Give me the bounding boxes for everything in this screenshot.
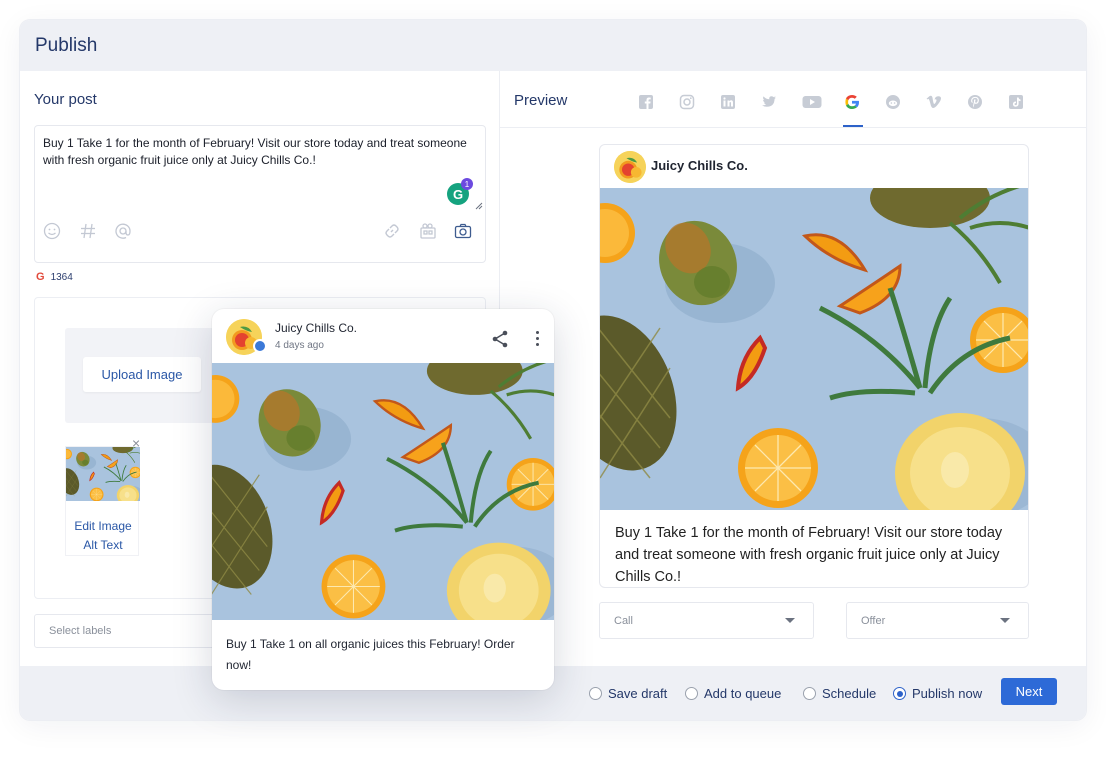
more-options-icon[interactable] bbox=[530, 331, 544, 349]
upload-image-button[interactable]: Upload Image bbox=[83, 357, 201, 392]
post-image bbox=[212, 363, 554, 620]
google-mini-icon: G bbox=[36, 271, 45, 283]
chevron-down-icon bbox=[785, 618, 795, 623]
post-timestamp: 4 days ago bbox=[275, 340, 324, 351]
page-title: Publish bbox=[35, 34, 98, 56]
business-name: Juicy Chills Co. bbox=[275, 321, 358, 335]
google-icon[interactable] bbox=[843, 93, 861, 111]
post-caption: Buy 1 Take 1 on all organic juices this … bbox=[226, 637, 515, 672]
tiktok-icon[interactable] bbox=[1007, 93, 1025, 111]
linkedin-icon[interactable] bbox=[719, 93, 737, 111]
youtube-icon[interactable] bbox=[801, 93, 823, 111]
mobile-post-preview-card: Juicy Chills Co. 4 days ago Buy 1 Take 1… bbox=[212, 309, 554, 690]
reddit-icon[interactable] bbox=[884, 93, 902, 111]
add-to-queue-option[interactable]: Add to queue bbox=[685, 686, 781, 701]
vimeo-icon[interactable] bbox=[925, 93, 943, 111]
post-text-input[interactable]: Buy 1 Take 1 for the month of February! … bbox=[43, 135, 473, 169]
business-name: Juicy Chills Co. bbox=[651, 158, 748, 173]
verified-badge-icon bbox=[253, 339, 267, 353]
link-icon[interactable] bbox=[382, 221, 402, 241]
app-header: Publish bbox=[20, 20, 1086, 71]
preview-post-text: Buy 1 Take 1 for the month of February! … bbox=[615, 525, 1003, 585]
character-count: 1364 bbox=[50, 271, 73, 283]
image-thumbnail[interactable] bbox=[66, 447, 140, 501]
grammarly-count-badge: 1 bbox=[461, 178, 473, 190]
business-logo bbox=[614, 151, 646, 183]
labels-select[interactable]: Select labels bbox=[34, 614, 234, 648]
publish-now-option[interactable]: Publish now bbox=[893, 686, 982, 701]
post-type-select[interactable]: Offer bbox=[846, 602, 1029, 639]
next-button[interactable]: Next bbox=[1001, 678, 1057, 705]
radio-save-draft[interactable] bbox=[589, 687, 602, 700]
chevron-down-icon bbox=[1000, 618, 1010, 623]
facebook-icon[interactable] bbox=[637, 93, 655, 111]
camera-icon[interactable] bbox=[453, 221, 473, 241]
preview-header: Preview bbox=[500, 71, 1086, 128]
preview-image bbox=[600, 188, 1028, 510]
radio-publish-now[interactable] bbox=[893, 687, 906, 700]
mention-icon[interactable] bbox=[113, 221, 133, 241]
radio-schedule[interactable] bbox=[803, 687, 816, 700]
radio-add-to-queue[interactable] bbox=[685, 687, 698, 700]
instagram-icon[interactable] bbox=[678, 93, 696, 111]
remove-image-icon[interactable]: × bbox=[132, 435, 140, 451]
post-composer[interactable]: Buy 1 Take 1 for the month of February! … bbox=[34, 125, 486, 263]
resize-handle-icon[interactable] bbox=[475, 202, 483, 210]
edit-alt-text-link[interactable]: Edit Image Alt Text bbox=[66, 517, 140, 555]
active-tab-indicator bbox=[843, 125, 863, 127]
save-draft-option[interactable]: Save draft bbox=[589, 686, 667, 701]
preview-title: Preview bbox=[514, 92, 568, 109]
character-counter: G 1364 bbox=[36, 271, 73, 283]
schedule-option[interactable]: Schedule bbox=[803, 686, 876, 701]
media-library-icon[interactable] bbox=[418, 221, 438, 241]
pinterest-icon[interactable] bbox=[966, 93, 984, 111]
hashtag-icon[interactable] bbox=[78, 221, 98, 241]
cta-button-select[interactable]: Call bbox=[599, 602, 814, 639]
google-post-preview: Juicy Chills Co. Buy 1 Take 1 for the mo… bbox=[599, 144, 1029, 588]
upload-dropzone[interactable]: Upload Image bbox=[65, 328, 215, 423]
twitter-icon[interactable] bbox=[760, 93, 778, 111]
your-post-title: Your post bbox=[34, 91, 97, 108]
share-icon[interactable] bbox=[490, 329, 510, 349]
preview-panel: Preview Juicy Chills Co. Buy 1 Take 1 fo… bbox=[500, 71, 1086, 666]
image-thumbnail-card: × Edit Image Alt Text bbox=[65, 435, 140, 556]
emoji-icon[interactable] bbox=[42, 221, 62, 241]
